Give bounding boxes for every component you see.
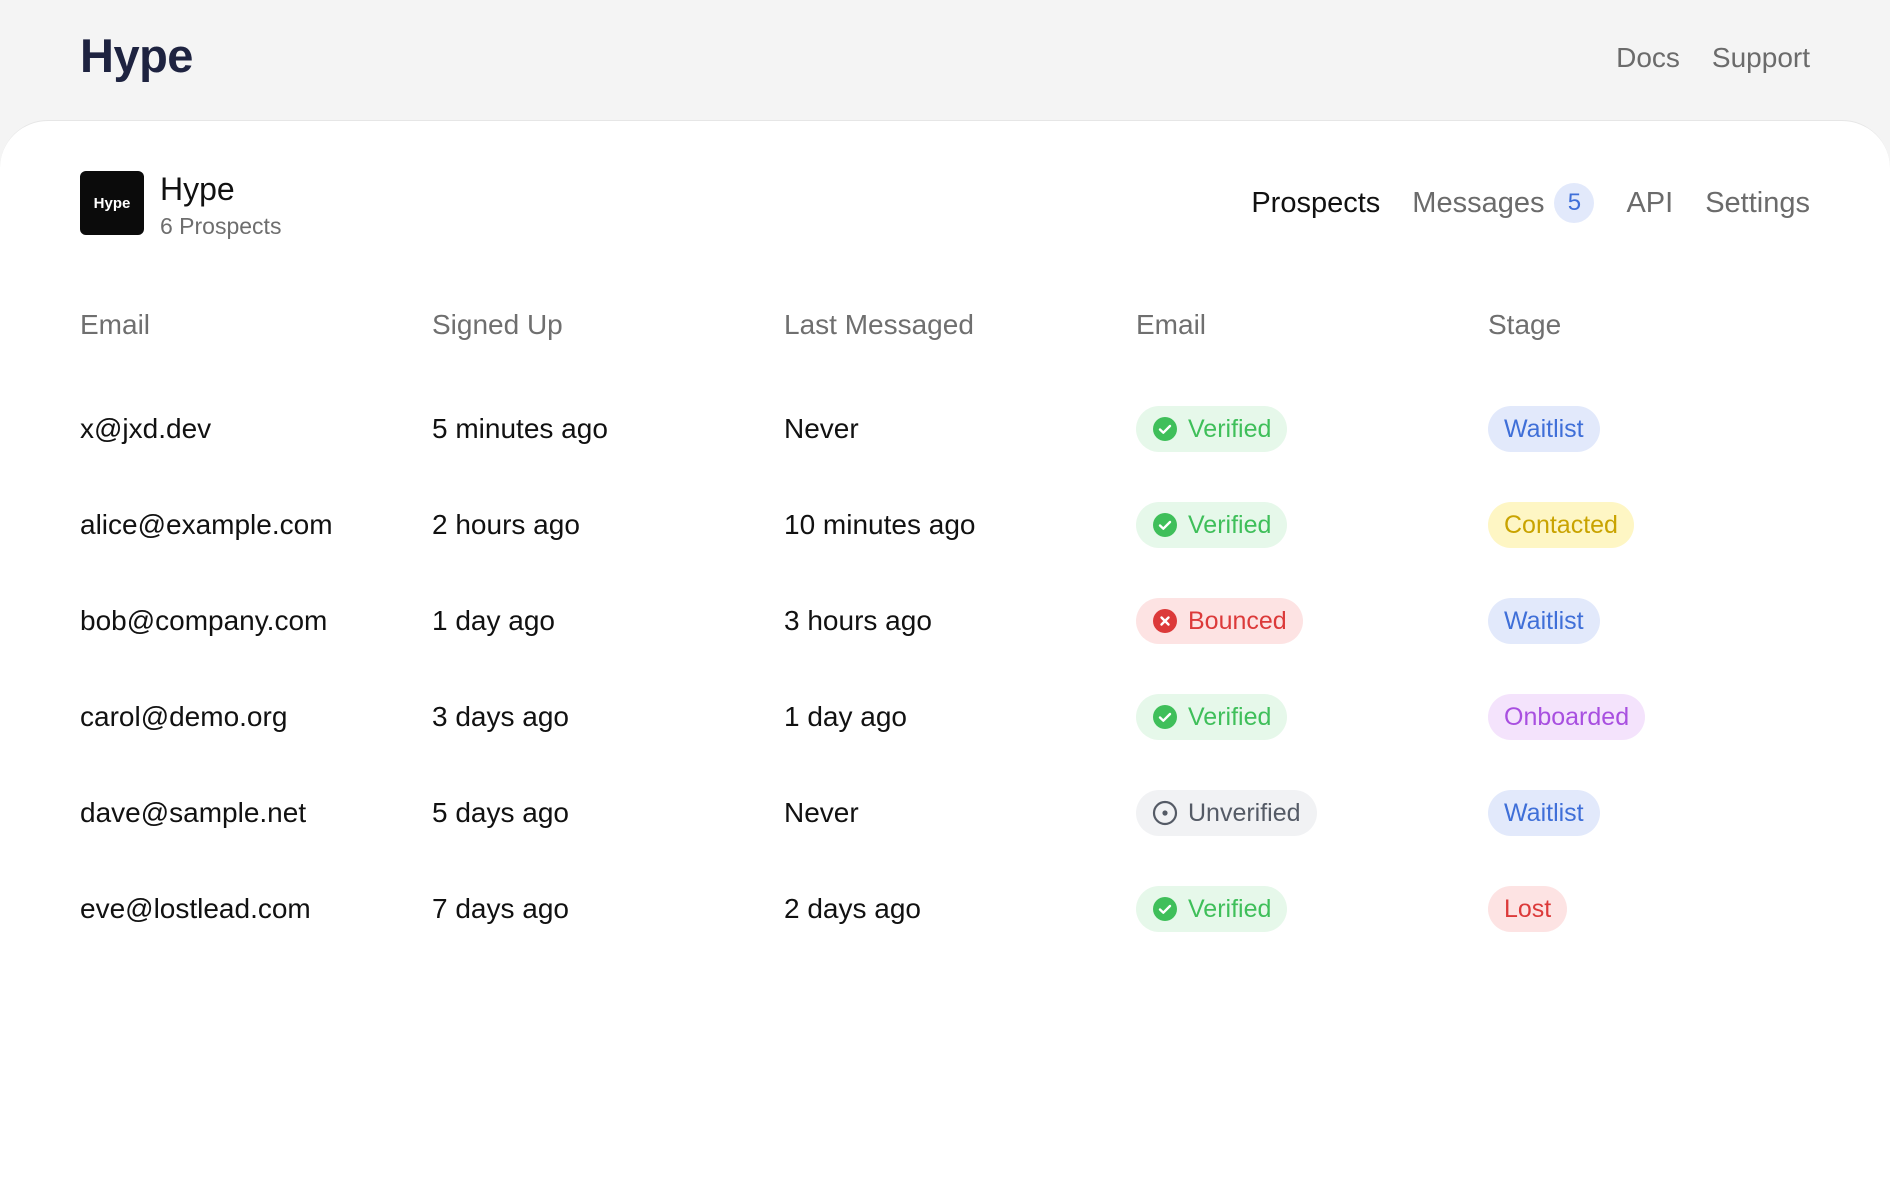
table-row[interactable]: carol@demo.org 3 days ago 1 day ago Verifie…	[80, 669, 1788, 765]
email-status-cell: Bounced	[1136, 573, 1488, 669]
stage-cell: Contacted	[1488, 477, 1788, 573]
email-status-label: Bounced	[1188, 606, 1287, 635]
stage-badge[interactable]: Waitlist	[1488, 406, 1600, 452]
check-circle-icon	[1152, 704, 1188, 730]
tab-api[interactable]: API	[1626, 187, 1673, 220]
last-messaged-time: 1 day ago	[784, 701, 907, 732]
column-header-email-status[interactable]: Email	[1136, 291, 1488, 381]
prospect-email[interactable]: alice@example.com	[80, 477, 432, 573]
main-card: Hype Hype 6 Prospects Prospects Messages…	[0, 120, 1890, 1181]
stage-cell: Onboarded	[1488, 669, 1788, 765]
email-status-cell: Verified	[1136, 477, 1488, 573]
support-link[interactable]: Support	[1712, 42, 1810, 74]
docs-link[interactable]: Docs	[1616, 42, 1680, 74]
stage-badge[interactable]: Waitlist	[1488, 790, 1600, 836]
stage-badge[interactable]: Lost	[1488, 886, 1568, 932]
signed-up-time: 2 hours ago	[432, 509, 580, 540]
top-links: Docs Support	[1616, 42, 1810, 74]
email-status-cell: Verified	[1136, 381, 1488, 477]
prospect-email[interactable]: bob@company.com	[80, 573, 432, 669]
last-messaged-time: 3 hours ago	[784, 605, 932, 636]
email-status-badge: Verified	[1136, 502, 1288, 548]
prospect-email[interactable]: dave@sample.net	[80, 765, 432, 861]
tab-api-label: API	[1626, 186, 1674, 219]
email-status-label: Verified	[1188, 510, 1272, 539]
email-status-cell: Verified	[1136, 669, 1488, 765]
email-status-label: Verified	[1188, 894, 1272, 923]
prospect-email[interactable]: eve@lostlead.com	[80, 861, 432, 957]
last-messaged-time: 10 minutes ago	[784, 509, 976, 540]
signed-up-time: 3 days ago	[432, 701, 569, 732]
prospect-email[interactable]: x@jxd.dev	[80, 381, 432, 477]
email-status-badge: Verified	[1136, 694, 1288, 740]
prospect-email[interactable]: carol@demo.org	[80, 669, 432, 765]
check-circle-icon	[1152, 896, 1188, 922]
table-row[interactable]: alice@example.com 2 hours ago 10 minutes a…	[80, 477, 1788, 573]
table-row[interactable]: dave@sample.net 5 days ago Never Unverified…	[80, 765, 1788, 861]
messages-count-badge: 5	[1554, 183, 1595, 223]
stage-cell: Lost	[1488, 861, 1788, 957]
stage-cell: Waitlist	[1488, 381, 1788, 477]
prospect-count: 6 Prospects	[160, 213, 282, 239]
column-header-signed-up[interactable]: Signed Up	[432, 291, 784, 381]
column-header-stage[interactable]: Stage	[1488, 291, 1788, 381]
tab-prospects[interactable]: Prospects	[1251, 187, 1380, 220]
signed-up-time: 7 days ago	[432, 893, 569, 924]
stage-cell: Waitlist	[1488, 573, 1788, 669]
table-row[interactable]: eve@lostlead.com 7 days ago 2 days ago Veri…	[80, 861, 1788, 957]
top-bar: Hype Docs Support	[0, 0, 1890, 120]
check-circle-icon	[1152, 416, 1188, 442]
stage-cell: Waitlist	[1488, 765, 1788, 861]
email-status-badge: Verified	[1136, 886, 1288, 932]
email-status-badge: Unverified	[1136, 790, 1317, 836]
x-circle-icon	[1152, 608, 1188, 634]
check-circle-icon	[1152, 512, 1188, 538]
column-header-email[interactable]: Email	[80, 291, 432, 381]
stage-badge[interactable]: Onboarded	[1488, 694, 1646, 740]
last-messaged-time: 2 days ago	[784, 893, 921, 924]
signed-up-time: 5 days ago	[432, 797, 569, 828]
signed-up-time: 5 minutes ago	[432, 413, 608, 444]
tab-settings-label: Settings	[1705, 186, 1810, 219]
email-status-cell: Verified	[1136, 861, 1488, 957]
last-messaged-time: Never	[784, 797, 859, 828]
brand-logo[interactable]: Hype	[80, 28, 193, 83]
stage-badge[interactable]: Waitlist	[1488, 598, 1600, 644]
table-header-row: Email Signed Up Last Messaged Email Stag…	[80, 291, 1788, 381]
project-header: Hype Hype 6 Prospects	[80, 171, 281, 240]
tab-bar: Prospects Messages 5 API Settings	[1251, 183, 1810, 223]
table-row[interactable]: bob@company.com 1 day ago 3 hours ago Bounc…	[80, 573, 1788, 669]
project-logo: Hype	[80, 171, 144, 235]
tab-messages[interactable]: Messages 5	[1412, 183, 1595, 223]
tab-prospects-label: Prospects	[1251, 186, 1381, 219]
email-status-badge: Bounced	[1136, 598, 1303, 644]
last-messaged-time: Never	[784, 413, 859, 444]
email-status-badge: Verified	[1136, 406, 1288, 452]
stage-badge[interactable]: Contacted	[1488, 502, 1634, 548]
prospects-table: Email Signed Up Last Messaged Email Stag…	[80, 291, 1788, 957]
column-header-last-messaged[interactable]: Last Messaged	[784, 291, 1136, 381]
dot-circle-icon	[1152, 800, 1188, 826]
tab-messages-label: Messages	[1412, 186, 1545, 219]
email-status-label: Verified	[1188, 702, 1272, 731]
table-row[interactable]: x@jxd.dev 5 minutes ago Never Verified Waitl…	[80, 381, 1788, 477]
signed-up-time: 1 day ago	[432, 605, 555, 636]
email-status-label: Unverified	[1188, 798, 1301, 827]
email-status-label: Verified	[1188, 414, 1272, 443]
project-name: Hype	[160, 171, 235, 207]
tab-settings[interactable]: Settings	[1705, 187, 1810, 220]
email-status-cell: Unverified	[1136, 765, 1488, 861]
project-info: Hype 6 Prospects	[160, 171, 281, 240]
